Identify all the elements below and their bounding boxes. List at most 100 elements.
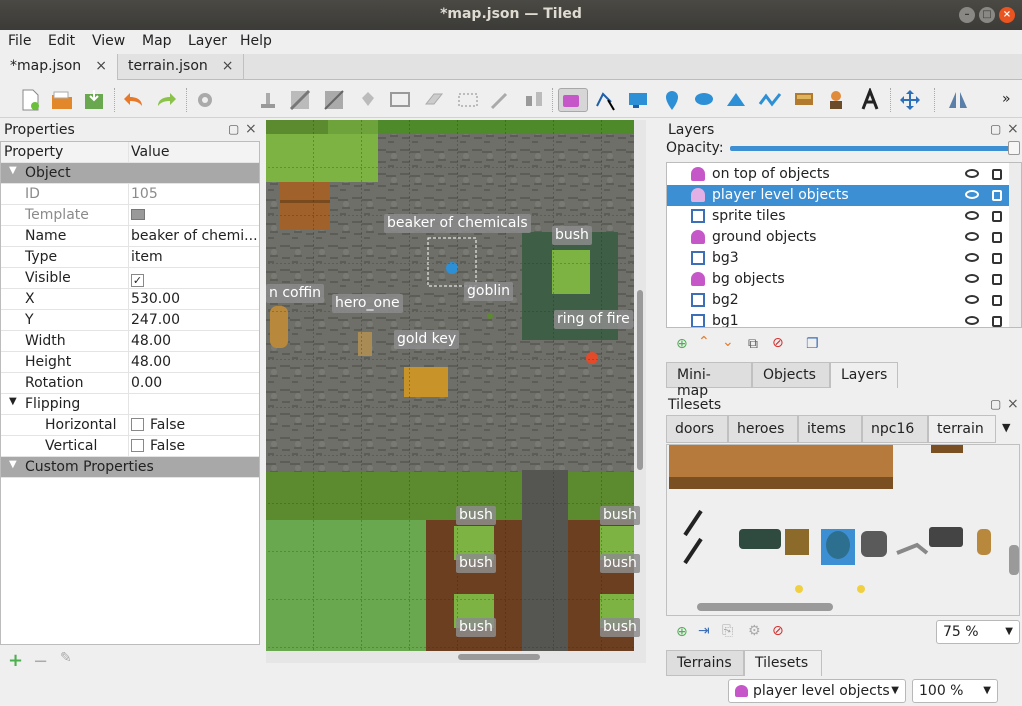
duplicate-layer-icon[interactable]: ⧉ (748, 336, 758, 352)
menu-view[interactable]: View (92, 33, 125, 49)
flip-icon[interactable] (946, 88, 970, 112)
tileset-properties-icon[interactable]: ⚙ (748, 623, 761, 639)
current-layer-select[interactable]: player level objects ▼ (728, 679, 906, 703)
undo-icon[interactable] (122, 88, 146, 112)
visibility-eye-icon[interactable] (965, 253, 979, 262)
opacity-slider-handle[interactable] (1008, 141, 1020, 155)
map-canvas[interactable]: beaker of chemicals bush n coffin hero_o… (266, 120, 646, 663)
tab-terrains[interactable]: Terrains (666, 650, 744, 676)
tileset-tab-heroes[interactable]: heroes (728, 415, 798, 443)
wang-brush-icon[interactable] (322, 88, 346, 112)
toolbar-overflow-icon[interactable]: » (1002, 91, 1018, 115)
object-label-bush[interactable]: bush (456, 554, 496, 573)
lock-icon[interactable] (992, 190, 1002, 201)
close-panel-icon[interactable]: × (1007, 121, 1019, 137)
layer-item-on-top-of-objects[interactable]: on top of objects (667, 164, 1009, 185)
visibility-eye-icon[interactable] (965, 169, 979, 178)
remove-property-icon[interactable]: − (33, 651, 48, 672)
object-label-bush[interactable]: bush (552, 226, 592, 245)
visibility-eye-icon[interactable] (965, 211, 979, 220)
maximize-icon[interactable]: □ (979, 7, 995, 23)
insert-tile-icon[interactable] (792, 88, 816, 112)
rectangular-select-icon[interactable] (456, 88, 480, 112)
object-label-ring-of-fire[interactable]: ring of fire (554, 310, 633, 329)
layer-item-sprite-tiles[interactable]: sprite tiles (667, 206, 1009, 227)
menu-map[interactable]: Map (142, 33, 172, 49)
object-label-bush[interactable]: bush (600, 618, 640, 637)
property-row-id[interactable]: ID 105 (1, 184, 259, 205)
close-tab-icon[interactable]: × (95, 58, 107, 74)
insert-point-icon[interactable] (660, 88, 684, 112)
object-label-gold-key[interactable]: gold key (394, 330, 460, 349)
add-property-icon[interactable]: + (8, 650, 23, 671)
layer-item-bg2[interactable]: bg2 (667, 290, 1009, 311)
property-row-y[interactable]: Y 247.00 (1, 310, 259, 331)
visibility-eye-icon[interactable] (965, 316, 979, 325)
lower-layer-icon[interactable]: ⌄ (722, 334, 734, 350)
tileset-tab-doors[interactable]: doors (666, 415, 728, 443)
edit-polygons-icon[interactable] (594, 88, 618, 112)
tileset-tabs-dropdown-icon[interactable]: ▼ (1002, 421, 1010, 434)
float-panel-icon[interactable]: ▢ (990, 122, 1001, 136)
layer-item-bg-objects[interactable]: bg objects (667, 269, 1009, 290)
minimize-icon[interactable]: – (959, 7, 975, 23)
layer-item-bg1[interactable]: bg1 (667, 311, 1009, 327)
property-row-vertical[interactable]: Vertical False (1, 436, 259, 457)
insert-rectangle-icon[interactable] (626, 88, 650, 112)
horizontal-checkbox[interactable] (131, 418, 144, 431)
lock-icon[interactable] (992, 211, 1002, 222)
layer-list-scrollbar[interactable] (1009, 163, 1021, 327)
group-custom-properties[interactable]: ▼ Custom Properties (1, 457, 259, 478)
tileset-view[interactable] (666, 444, 1020, 616)
visibility-eye-icon[interactable] (965, 232, 979, 241)
float-panel-icon[interactable]: ▢ (228, 122, 239, 136)
menu-edit[interactable]: Edit (48, 33, 75, 49)
open-file-icon[interactable] (50, 88, 74, 112)
object-label-bush[interactable]: bush (600, 554, 640, 573)
layer-item-player-level-objects[interactable]: player level objects (667, 185, 1009, 206)
lock-icon[interactable] (992, 295, 1002, 306)
close-panel-icon[interactable]: × (1007, 396, 1019, 412)
object-label-hero[interactable]: hero_one (332, 294, 403, 313)
insert-template-icon[interactable] (824, 88, 848, 112)
close-panel-icon[interactable]: × (245, 121, 257, 137)
collapse-arrow-icon[interactable]: ▼ (9, 396, 17, 407)
float-panel-icon[interactable]: ▢ (990, 397, 1001, 411)
vertical-checkbox[interactable] (131, 439, 144, 452)
tab-map-json[interactable]: *map.json × (0, 54, 118, 80)
insert-ellipse-icon[interactable] (692, 88, 716, 112)
visibility-eye-icon[interactable] (965, 274, 979, 283)
save-icon[interactable] (82, 88, 106, 112)
property-row-x[interactable]: X 530.00 (1, 289, 259, 310)
add-layer-icon[interactable]: ⊕ (676, 336, 688, 352)
collapse-arrow-icon[interactable]: ▼ (9, 459, 17, 470)
menu-layer[interactable]: Layer (188, 33, 227, 49)
group-flipping[interactable]: ▼ Flipping (1, 394, 259, 415)
property-row-name[interactable]: Name beaker of chemi... (1, 226, 259, 247)
object-label-bush[interactable]: bush (600, 506, 640, 525)
tab-mini-map[interactable]: Mini-map (666, 362, 752, 399)
menu-help[interactable]: Help (240, 33, 272, 49)
tileset-tab-items[interactable]: items (798, 415, 862, 443)
insert-polyline-icon[interactable] (758, 88, 782, 112)
property-row-height[interactable]: Height 48.00 (1, 352, 259, 373)
map-zoom-select[interactable]: 100 % ▼ (912, 679, 998, 703)
select-same-tile-icon[interactable] (522, 88, 546, 112)
eraser-icon[interactable] (422, 88, 446, 112)
embed-tileset-icon[interactable]: ⇥ (698, 623, 710, 639)
property-row-width[interactable]: Width 48.00 (1, 331, 259, 352)
lock-icon[interactable] (992, 316, 1002, 327)
tab-objects[interactable]: Objects (752, 362, 830, 388)
tab-terrain-json[interactable]: terrain.json × (118, 54, 244, 80)
tab-layers[interactable]: Layers (830, 362, 898, 388)
lock-icon[interactable] (992, 232, 1002, 243)
tab-tilesets[interactable]: Tilesets (744, 650, 822, 676)
tileset-tab-terrain[interactable]: terrain (928, 415, 996, 443)
rename-property-icon[interactable]: ✎ (60, 650, 72, 666)
lock-icon[interactable] (992, 274, 1002, 285)
opacity-slider[interactable] (730, 146, 1018, 151)
new-file-icon[interactable] (18, 88, 42, 112)
object-label-beaker[interactable]: beaker of chemicals (384, 214, 531, 233)
object-label-coffin[interactable]: n coffin (266, 284, 324, 303)
redo-icon[interactable] (154, 88, 178, 112)
